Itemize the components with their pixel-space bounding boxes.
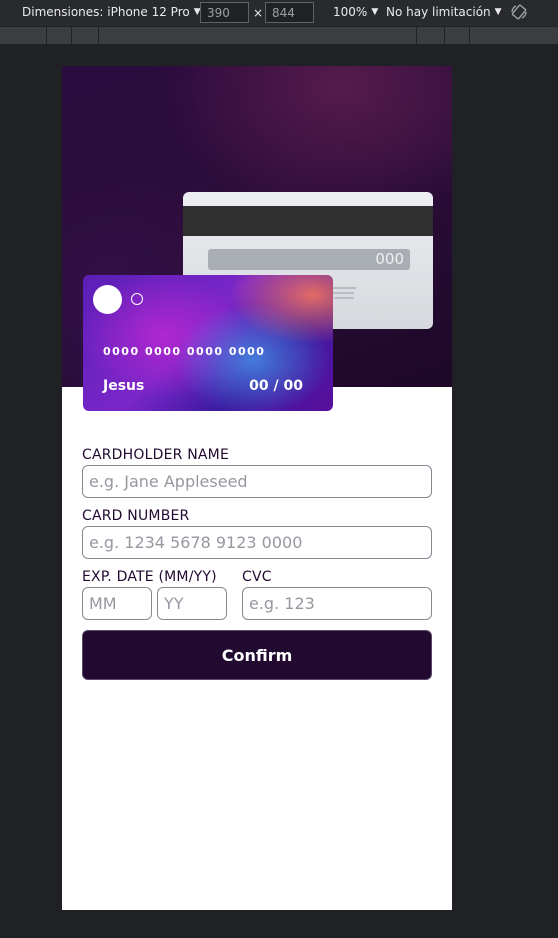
- throttle-select[interactable]: No hay limitación ▼: [386, 5, 502, 19]
- card-number-label: CARD NUMBER: [82, 508, 190, 524]
- chevron-down-icon: ▼: [494, 6, 502, 17]
- card-expiry-display: 00 / 00: [249, 378, 303, 394]
- device-viewport: 000 0000 0000 0000 0000 Jesus 00 / 00 CA…: [62, 66, 452, 910]
- viewport-width-input[interactable]: 390: [200, 2, 249, 23]
- card-number-display: 0000 0000 0000 0000: [103, 345, 266, 358]
- dimension-separator: ×: [253, 6, 264, 20]
- ruler-divider: [444, 27, 445, 44]
- exp-date-label: EXP. DATE (MM/YY): [82, 569, 217, 585]
- media-query-bar: [0, 26, 558, 44]
- card-logo-ring: [131, 293, 143, 305]
- viewport-height-input[interactable]: 844: [265, 2, 314, 23]
- card-back-cvc: 000: [208, 249, 410, 270]
- cardholder-name-input[interactable]: [82, 465, 432, 498]
- magnetic-stripe: [183, 206, 433, 236]
- zoom-select[interactable]: 100% ▼: [333, 5, 378, 19]
- card-logo-circle: [93, 285, 122, 314]
- cvc-input[interactable]: [242, 587, 432, 620]
- ruler-divider: [98, 27, 99, 44]
- exp-month-input[interactable]: [82, 587, 152, 620]
- card-holder-display: Jesus: [103, 378, 145, 394]
- card-number-input[interactable]: [82, 526, 432, 559]
- chevron-down-icon: ▼: [371, 6, 379, 17]
- card-front: 0000 0000 0000 0000 Jesus 00 / 00: [83, 275, 333, 411]
- cardholder-name-label: CARDHOLDER NAME: [82, 447, 229, 463]
- throttle-label: No hay limitación: [386, 5, 491, 19]
- confirm-button[interactable]: Confirm: [82, 630, 432, 680]
- ruler-divider: [46, 27, 47, 44]
- ruler-divider: [469, 27, 470, 44]
- ruler-divider: [71, 27, 72, 44]
- ruler-divider: [416, 27, 417, 44]
- cvc-label: CVC: [242, 569, 272, 585]
- exp-year-input[interactable]: [157, 587, 227, 620]
- device-select[interactable]: Dimensiones: iPhone 12 Pro ▼: [22, 5, 201, 19]
- device-select-label: Dimensiones: iPhone 12 Pro: [22, 5, 190, 19]
- zoom-label: 100%: [333, 5, 368, 19]
- rotate-icon[interactable]: [510, 3, 528, 21]
- device-toolbar: Dimensiones: iPhone 12 Pro ▼ 390 × 844 1…: [0, 0, 558, 26]
